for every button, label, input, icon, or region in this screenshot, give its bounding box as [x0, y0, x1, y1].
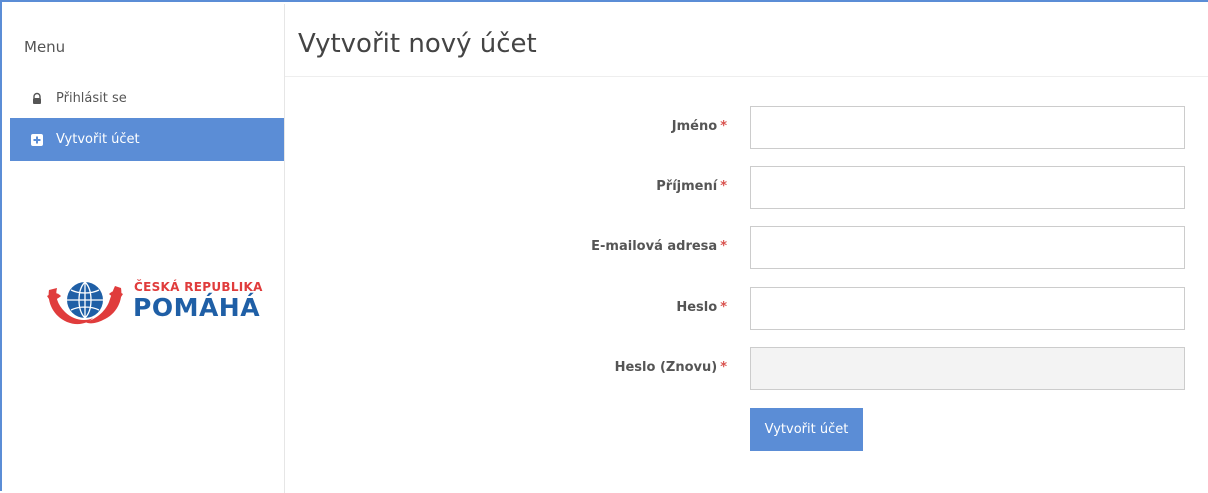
required-marker: *	[720, 239, 727, 254]
lock-icon	[30, 92, 44, 106]
password-repeat-field[interactable]	[750, 347, 1185, 390]
page-title: Vytvořit nový účet	[298, 29, 537, 59]
sidebar: Menu Přihlásit se Vytvořit účet ČESKÁ RE…	[10, 4, 285, 493]
last-name-label-text: Příjmení	[656, 179, 718, 194]
plus-square-icon	[30, 133, 44, 147]
first-name-label: Jméno *	[672, 119, 727, 134]
required-marker: *	[720, 300, 727, 315]
first-name-field[interactable]	[750, 106, 1185, 149]
title-divider	[285, 76, 1208, 77]
email-label-text: E-mailová adresa	[591, 239, 718, 254]
email-label: E-mailová adresa *	[591, 239, 727, 254]
password-label: Heslo *	[676, 300, 727, 315]
main-content: Vytvořit nový účet Jméno * Příjmení * E-ma…	[285, 4, 1208, 493]
form-row-password: Heslo *	[285, 287, 1208, 330]
form-row-first-name: Jméno *	[285, 106, 1208, 149]
form-row-last-name: Příjmení *	[285, 166, 1208, 209]
ceska-republika-pomaha-logo: ČESKÁ REPUBLIKA POMÁHÁ	[45, 272, 263, 336]
sidebar-item-label: Přihlásit se	[56, 91, 127, 106]
logo-text-top: ČESKÁ REPUBLIKA	[134, 280, 263, 294]
logo-text-bottom: POMÁHÁ	[133, 293, 261, 322]
menu-title: Menu	[24, 38, 66, 56]
required-marker: *	[720, 179, 727, 194]
form-row-password-repeat: Heslo (Znovu) *	[285, 347, 1208, 390]
sidebar-item-label: Vytvořit účet	[56, 132, 140, 147]
password-repeat-label-text: Heslo (Znovu)	[614, 360, 718, 375]
email-field[interactable]	[750, 226, 1185, 269]
password-label-text: Heslo	[676, 300, 718, 315]
last-name-field[interactable]	[750, 166, 1185, 209]
password-field[interactable]	[750, 287, 1185, 330]
sidebar-item-create-account[interactable]: Vytvořit účet	[10, 118, 284, 161]
required-marker: *	[720, 119, 727, 134]
last-name-label: Příjmení *	[656, 179, 727, 194]
required-marker: *	[720, 360, 727, 375]
helping-hands-globe-icon	[47, 281, 123, 325]
sidebar-item-login[interactable]: Přihlásit se	[10, 77, 284, 120]
create-account-button[interactable]: Vytvořit účet	[750, 408, 863, 451]
first-name-label-text: Jméno	[671, 119, 718, 134]
form-row-email: E-mailová adresa *	[285, 226, 1208, 269]
password-repeat-label: Heslo (Znovu) *	[615, 360, 727, 375]
app-frame: Menu Přihlásit se Vytvořit účet ČESKÁ RE…	[0, 0, 1208, 493]
